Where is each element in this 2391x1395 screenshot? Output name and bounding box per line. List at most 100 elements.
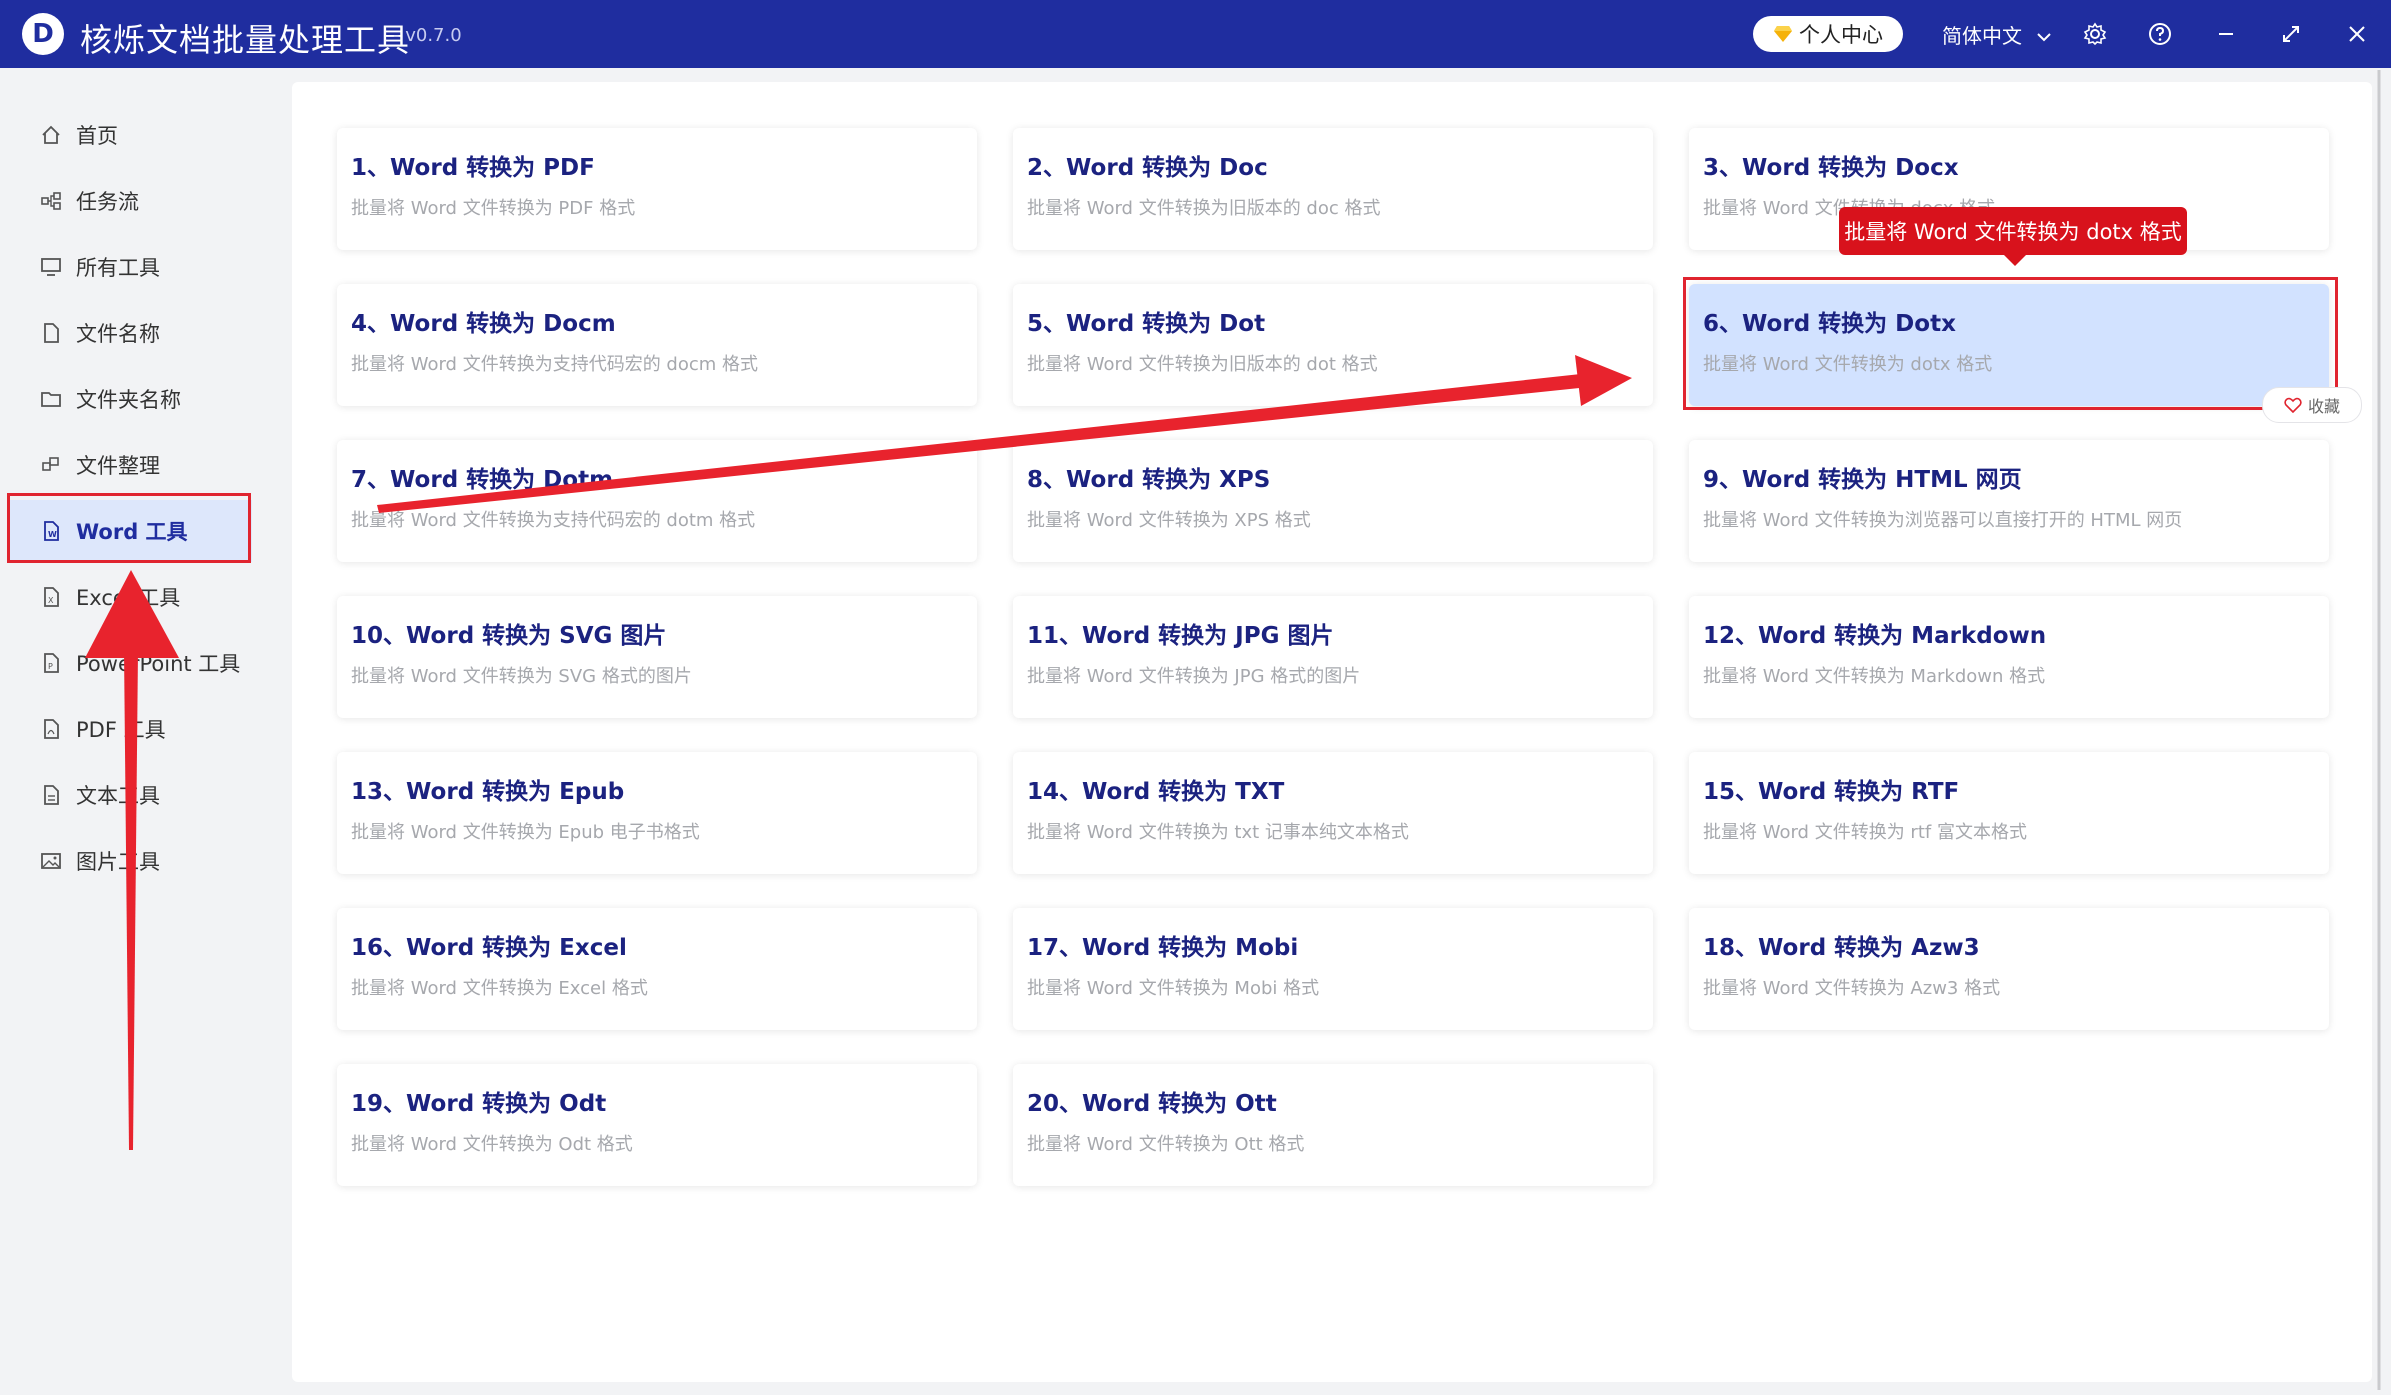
tool-card-title: 15、Word 转换为 RTF (1703, 779, 1960, 805)
gear-icon[interactable] (2077, 16, 2113, 52)
tooltip: 批量将 Word 文件转换为 dotx 格式 (1839, 207, 2187, 255)
tool-card-title: 10、Word 转换为 SVG 图片 (351, 623, 667, 649)
sidebar-item-workflow[interactable]: 任务流 (8, 170, 252, 232)
sidebar: 首页 任务流 所有工具 文件名称 文件夹名称 文件整理 W Word 工具 X … (8, 68, 258, 1388)
tool-card-desc: 批量将 Word 文件转换为浏览器可以直接打开的 HTML 网页 (1703, 510, 2183, 531)
tool-card-word-to-markdown[interactable]: 12、Word 转换为 Markdown 批量将 Word 文件转换为 Mark… (1689, 596, 2329, 718)
tool-card-desc: 批量将 Word 文件转换为 XPS 格式 (1027, 510, 1311, 531)
tool-card-word-to-azw3[interactable]: 18、Word 转换为 Azw3 批量将 Word 文件转换为 Azw3 格式 (1689, 908, 2329, 1030)
svg-text:X: X (48, 596, 54, 605)
tool-card-title: 17、Word 转换为 Mobi (1027, 935, 1299, 961)
tool-card-desc: 批量将 Word 文件转换为 Markdown 格式 (1703, 666, 2046, 687)
tool-card-desc: 批量将 Word 文件转换为 Excel 格式 (351, 978, 648, 999)
tool-card-title: 2、Word 转换为 Doc (1027, 155, 1268, 181)
sidebar-item-folder-name[interactable]: 文件夹名称 (8, 368, 252, 430)
language-label: 简体中文 (1942, 24, 2022, 48)
tool-card-word-to-jpg[interactable]: 11、Word 转换为 JPG 图片 批量将 Word 文件转换为 JPG 格式… (1013, 596, 1653, 718)
tool-card-title: 9、Word 转换为 HTML 网页 (1703, 467, 2022, 493)
tool-card-title: 1、Word 转换为 PDF (351, 155, 595, 181)
tool-card-desc: 批量将 Word 文件转换为 Epub 电子书格式 (351, 822, 700, 843)
tool-card-title: 7、Word 转换为 Dotm (351, 467, 614, 493)
tool-card-word-to-doc[interactable]: 2、Word 转换为 Doc 批量将 Word 文件转换为旧版本的 doc 格式 (1013, 128, 1653, 250)
tool-card-word-to-epub[interactable]: 13、Word 转换为 Epub 批量将 Word 文件转换为 Epub 电子书… (337, 752, 977, 874)
sidebar-item-label: Excel 工具 (76, 586, 181, 610)
favorite-button[interactable]: 收藏 (2262, 387, 2362, 423)
personal-center-button[interactable]: 个人中心 (1753, 16, 1903, 52)
tool-card-title: 3、Word 转换为 Docx (1703, 155, 1959, 181)
sidebar-item-all-tools[interactable]: 所有工具 (8, 236, 252, 298)
sidebar-item-home[interactable]: 首页 (8, 104, 252, 166)
favorite-label: 收藏 (2307, 397, 2340, 416)
minimize-icon[interactable] (2208, 16, 2244, 52)
tool-card-title: 13、Word 转换为 Epub (351, 779, 625, 805)
tool-card-word-to-dot[interactable]: 5、Word 转换为 Dot 批量将 Word 文件转换为旧版本的 dot 格式 (1013, 284, 1653, 406)
tool-card-desc: 批量将 Word 文件转换为 PDF 格式 (351, 198, 636, 219)
personal-center-label: 个人中心 (1799, 23, 1883, 47)
tool-card-desc: 批量将 Word 文件转换为支持代码宏的 docm 格式 (351, 354, 759, 375)
tool-card-word-to-rtf[interactable]: 15、Word 转换为 RTF 批量将 Word 文件转换为 rtf 富文本格式 (1689, 752, 2329, 874)
tool-card-desc: 批量将 Word 文件转换为 Mobi 格式 (1027, 978, 1320, 999)
close-icon[interactable] (2339, 16, 2375, 52)
tool-card-word-to-docm[interactable]: 4、Word 转换为 Docm 批量将 Word 文件转换为支持代码宏的 doc… (337, 284, 977, 406)
chevron-down-icon (2037, 33, 2052, 42)
sidebar-item-label: PDF 工具 (76, 718, 166, 742)
tool-card-desc: 批量将 Word 文件转换为支持代码宏的 dotm 格式 (351, 510, 756, 531)
sidebar-item-text-tools[interactable]: 文本工具 (8, 764, 252, 826)
sidebar-item-label: 所有工具 (76, 256, 160, 280)
tool-card-title: 20、Word 转换为 Ott (1027, 1091, 1277, 1117)
sidebar-item-pdf-tools[interactable]: PDF 工具 (8, 698, 252, 760)
sidebar-item-image-tools[interactable]: 图片工具 (8, 830, 252, 892)
help-icon[interactable] (2142, 16, 2178, 52)
tool-card-desc: 批量将 Word 文件转换为 Azw3 格式 (1703, 978, 2001, 999)
maximize-icon[interactable] (2273, 16, 2309, 52)
app-title: 核烁文档批量处理工具 (80, 21, 411, 59)
language-select[interactable]: 简体中文 (1942, 20, 2052, 49)
sidebar-item-file-name[interactable]: 文件名称 (8, 302, 252, 364)
tool-card-word-to-odt[interactable]: 19、Word 转换为 Odt 批量将 Word 文件转换为 Odt 格式 (337, 1064, 977, 1186)
tool-card-word-to-txt[interactable]: 14、Word 转换为 TXT 批量将 Word 文件转换为 txt 记事本纯文… (1013, 752, 1653, 874)
scrollbar[interactable] (2374, 70, 2384, 1390)
app-version: - v0.7.0 (393, 25, 462, 46)
tool-card-word-to-pdf[interactable]: 1、Word 转换为 PDF 批量将 Word 文件转换为 PDF 格式 (337, 128, 977, 250)
sidebar-item-label: 文件夹名称 (76, 388, 181, 412)
app-logo-icon: D (22, 13, 64, 55)
ppt-file-icon: P (38, 650, 64, 676)
folder-icon (38, 386, 64, 412)
tool-card-title: 19、Word 转换为 Odt (351, 1091, 607, 1117)
svg-text:P: P (48, 662, 53, 671)
tool-card-desc: 批量将 Word 文件转换为 txt 记事本纯文本格式 (1027, 822, 1409, 843)
tool-card-word-to-excel[interactable]: 16、Word 转换为 Excel 批量将 Word 文件转换为 Excel 格… (337, 908, 977, 1030)
pdf-file-icon (38, 716, 64, 742)
workflow-icon (38, 188, 64, 214)
sidebar-item-organize[interactable]: 文件整理 (8, 434, 252, 496)
tool-card-title: 8、Word 转换为 XPS (1027, 467, 1271, 493)
word-tools-highlight-box (7, 493, 251, 563)
tool-card-word-to-dotm[interactable]: 7、Word 转换为 Dotm 批量将 Word 文件转换为支持代码宏的 dot… (337, 440, 977, 562)
tool-card-title: 14、Word 转换为 TXT (1027, 779, 1285, 805)
diamond-icon (1774, 26, 1792, 42)
tool-card-word-to-ott[interactable]: 20、Word 转换为 Ott 批量将 Word 文件转换为 Ott 格式 (1013, 1064, 1653, 1186)
tool-card-word-to-svg[interactable]: 10、Word 转换为 SVG 图片 批量将 Word 文件转换为 SVG 格式… (337, 596, 977, 718)
tool-card-word-to-mobi[interactable]: 17、Word 转换为 Mobi 批量将 Word 文件转换为 Mobi 格式 (1013, 908, 1653, 1030)
dotx-card-highlight-box (1683, 277, 2338, 410)
tool-card-desc: 批量将 Word 文件转换为旧版本的 doc 格式 (1027, 198, 1381, 219)
text-file-icon (38, 782, 64, 808)
tool-card-word-to-html[interactable]: 9、Word 转换为 HTML 网页 批量将 Word 文件转换为浏览器可以直接… (1689, 440, 2329, 562)
title-bar: D 核烁文档批量处理工具 - v0.7.0 个人中心 简体中文 (0, 0, 2391, 68)
monitor-icon (38, 254, 64, 280)
image-icon (38, 848, 64, 874)
sidebar-item-label: 任务流 (76, 190, 139, 214)
tool-card-title: 16、Word 转换为 Excel (351, 935, 627, 961)
sidebar-item-ppt-tools[interactable]: P PowerPoint 工具 (8, 632, 252, 694)
sidebar-item-label: 图片工具 (76, 850, 160, 874)
sidebar-item-excel-tools[interactable]: X Excel 工具 (8, 566, 252, 628)
tooltip-tail (2004, 255, 2026, 266)
tool-card-desc: 批量将 Word 文件转换为 rtf 富文本格式 (1703, 822, 2027, 843)
sidebar-item-label: 文本工具 (76, 784, 160, 808)
tool-card-title: 18、Word 转换为 Azw3 (1703, 935, 1980, 961)
tool-card-title: 11、Word 转换为 JPG 图片 (1027, 623, 1334, 649)
tool-card-word-to-xps[interactable]: 8、Word 转换为 XPS 批量将 Word 文件转换为 XPS 格式 (1013, 440, 1653, 562)
sidebar-item-label: PowerPoint 工具 (76, 652, 241, 676)
tool-card-title: 5、Word 转换为 Dot (1027, 311, 1266, 337)
tool-card-desc: 批量将 Word 文件转换为 SVG 格式的图片 (351, 666, 692, 687)
